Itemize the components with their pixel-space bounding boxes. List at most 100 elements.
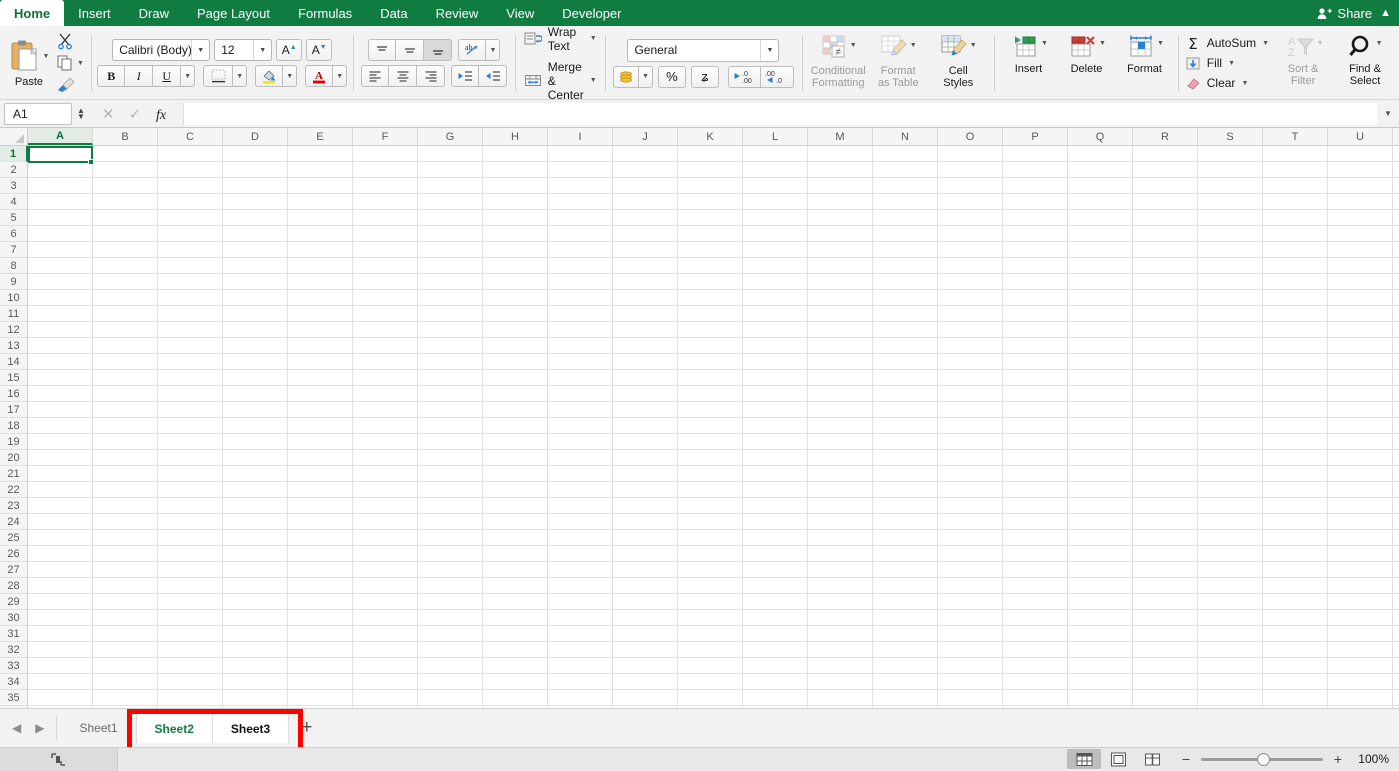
cell-Q12[interactable] (1068, 322, 1133, 338)
cell-B3[interactable] (93, 178, 158, 194)
cell-G29[interactable] (418, 594, 483, 610)
cell-D35[interactable] (223, 690, 288, 706)
cell-U23[interactable] (1328, 498, 1393, 514)
cell-D32[interactable] (223, 642, 288, 658)
cell-F3[interactable] (353, 178, 418, 194)
cell-N10[interactable] (873, 290, 938, 306)
cell-F17[interactable] (353, 402, 418, 418)
cell-P6[interactable] (1003, 226, 1068, 242)
cell-G17[interactable] (418, 402, 483, 418)
cell-U6[interactable] (1328, 226, 1393, 242)
cell-E29[interactable] (288, 594, 353, 610)
cell-B31[interactable] (93, 626, 158, 642)
accounting-dropdown-button[interactable]: ▼ (638, 65, 653, 88)
cell-V22[interactable] (1393, 482, 1399, 498)
cell-Q30[interactable] (1068, 610, 1133, 626)
cell-H8[interactable] (483, 258, 548, 274)
cell-H10[interactable] (483, 290, 548, 306)
cell-M1[interactable] (808, 146, 873, 162)
cell-E31[interactable] (288, 626, 353, 642)
cell-V8[interactable] (1393, 258, 1399, 274)
cell-V7[interactable] (1393, 242, 1399, 258)
cell-G3[interactable] (418, 178, 483, 194)
cell-C29[interactable] (158, 594, 223, 610)
column-header-U[interactable]: U (1328, 128, 1393, 145)
cell-K10[interactable] (678, 290, 743, 306)
cell-I5[interactable] (548, 210, 613, 226)
cell-O10[interactable] (938, 290, 1003, 306)
copy-button[interactable]: ▼ (56, 53, 84, 74)
tab-view[interactable]: View (492, 0, 548, 26)
cell-R5[interactable] (1133, 210, 1198, 226)
cell-P27[interactable] (1003, 562, 1068, 578)
column-header-C[interactable]: C (158, 128, 223, 145)
row-header-23[interactable]: 23 (0, 498, 28, 514)
underline-dropdown-button[interactable]: ▼ (181, 65, 196, 87)
cell-C14[interactable] (158, 354, 223, 370)
cell-G22[interactable] (418, 482, 483, 498)
cell-T32[interactable] (1263, 642, 1328, 658)
borders-button[interactable] (203, 65, 234, 87)
cell-B34[interactable] (93, 674, 158, 690)
column-header-O[interactable]: O (938, 128, 1003, 145)
cell-V9[interactable] (1393, 274, 1399, 290)
cell-G6[interactable] (418, 226, 483, 242)
cell-S27[interactable] (1198, 562, 1263, 578)
cell-O18[interactable] (938, 418, 1003, 434)
cell-Q35[interactable] (1068, 690, 1133, 706)
cell-O32[interactable] (938, 642, 1003, 658)
cell-F2[interactable] (353, 162, 418, 178)
row-header-33[interactable]: 33 (0, 658, 28, 674)
cell-F4[interactable] (353, 194, 418, 210)
cell-C35[interactable] (158, 690, 223, 706)
cell-C15[interactable] (158, 370, 223, 386)
cell-H27[interactable] (483, 562, 548, 578)
cell-I9[interactable] (548, 274, 613, 290)
cell-F24[interactable] (353, 514, 418, 530)
cell-A32[interactable] (28, 642, 93, 658)
cell-R34[interactable] (1133, 674, 1198, 690)
cell-C13[interactable] (158, 338, 223, 354)
row-header-22[interactable]: 22 (0, 482, 28, 498)
zoom-control[interactable]: − + 100% (1169, 751, 1393, 767)
cell-H33[interactable] (483, 658, 548, 674)
cell-N34[interactable] (873, 674, 938, 690)
cell-Q25[interactable] (1068, 530, 1133, 546)
insert-function-icon[interactable]: fx (155, 106, 171, 122)
cell-V20[interactable] (1393, 450, 1399, 466)
cell-H13[interactable] (483, 338, 548, 354)
cell-S28[interactable] (1198, 578, 1263, 594)
fill-color-button[interactable] (255, 65, 284, 87)
cell-J17[interactable] (613, 402, 678, 418)
cell-N18[interactable] (873, 418, 938, 434)
cell-L35[interactable] (743, 690, 808, 706)
chevron-down-icon[interactable]: ▼ (1241, 80, 1248, 87)
cell-P28[interactable] (1003, 578, 1068, 594)
cell-F10[interactable] (353, 290, 418, 306)
cell-S7[interactable] (1198, 242, 1263, 258)
cell-E27[interactable] (288, 562, 353, 578)
cell-O1[interactable] (938, 146, 1003, 162)
cell-R11[interactable] (1133, 306, 1198, 322)
cell-C12[interactable] (158, 322, 223, 338)
cell-E15[interactable] (288, 370, 353, 386)
cell-M7[interactable] (808, 242, 873, 258)
cell-J27[interactable] (613, 562, 678, 578)
cell-Q14[interactable] (1068, 354, 1133, 370)
cell-C16[interactable] (158, 386, 223, 402)
cell-K11[interactable] (678, 306, 743, 322)
cell-B22[interactable] (93, 482, 158, 498)
cell-S25[interactable] (1198, 530, 1263, 546)
cell-D30[interactable] (223, 610, 288, 626)
cell-N11[interactable] (873, 306, 938, 322)
cancel-x-icon[interactable]: ✕ (102, 105, 115, 123)
cell-T6[interactable] (1263, 226, 1328, 242)
cell-G35[interactable] (418, 690, 483, 706)
cell-Q10[interactable] (1068, 290, 1133, 306)
column-header-P[interactable]: P (1003, 128, 1068, 145)
cell-E24[interactable] (288, 514, 353, 530)
cell-E30[interactable] (288, 610, 353, 626)
cell-D20[interactable] (223, 450, 288, 466)
cell-I17[interactable] (548, 402, 613, 418)
cell-D31[interactable] (223, 626, 288, 642)
